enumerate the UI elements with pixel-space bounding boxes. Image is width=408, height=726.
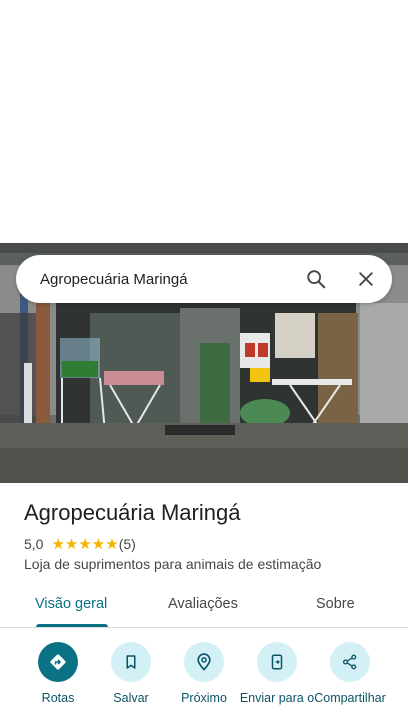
place-name: Agropecuária Maringá [24, 500, 241, 525]
divider [0, 627, 408, 628]
share-icon[interactable] [330, 642, 370, 682]
search-bar[interactable]: Agropecuária Maringá [16, 255, 392, 303]
save-label: Salvar [113, 691, 149, 705]
tab-reviews[interactable]: Avaliações [168, 596, 238, 612]
rating-row[interactable]: 5,0 ★★★★★ (5) [24, 536, 136, 552]
nearby-label: Próximo [181, 691, 227, 705]
share-button[interactable]: Compartilhar [312, 642, 388, 705]
tab-about[interactable]: Sobre [316, 596, 355, 612]
place-category: Loja de suprimentos para animais de esti… [24, 556, 322, 572]
search-icon[interactable] [296, 259, 336, 299]
bookmark-icon[interactable] [111, 642, 151, 682]
search-input[interactable]: Agropecuária Maringá [40, 271, 296, 288]
nearby-icon[interactable] [184, 642, 224, 682]
directions-icon[interactable] [38, 642, 78, 682]
directions-label: Rotas [41, 691, 75, 705]
star-rating-icon: ★★★★★ [51, 535, 119, 553]
nearby-button[interactable]: Próximo [166, 642, 242, 705]
send-to-phone-label: Enviar para o [239, 691, 315, 705]
close-icon[interactable] [346, 259, 386, 299]
rating-value: 5,0 [24, 536, 44, 552]
directions-button[interactable]: Rotas [20, 642, 96, 705]
tab-bar: Visão geral Avaliações Sobre [0, 586, 408, 628]
share-label: Compartilhar [314, 691, 386, 705]
review-count: (5) [118, 536, 136, 552]
send-to-phone-icon[interactable] [257, 642, 297, 682]
tab-overview[interactable]: Visão geral [35, 596, 107, 612]
send-to-phone-button[interactable]: Enviar para o [239, 642, 315, 705]
save-button[interactable]: Salvar [93, 642, 169, 705]
map-area [0, 0, 408, 243]
